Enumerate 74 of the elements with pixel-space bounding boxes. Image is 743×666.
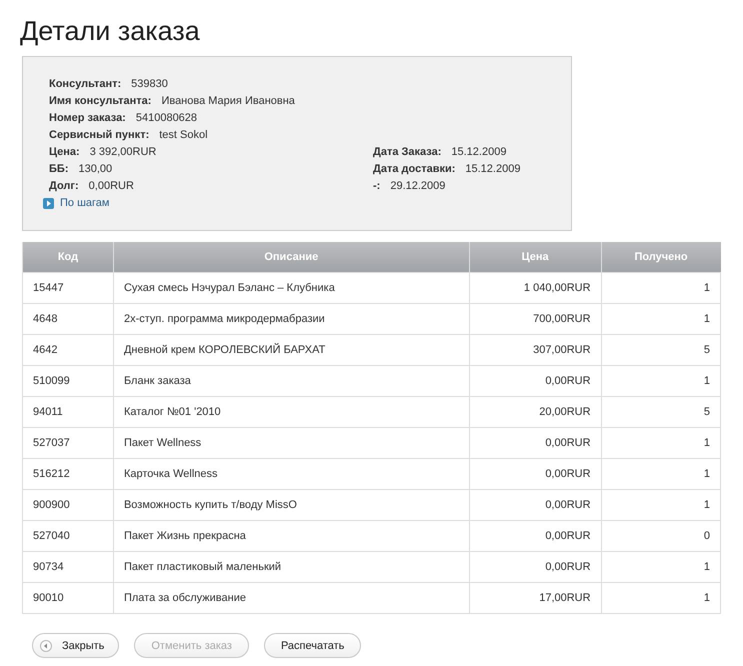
- table-cell: 0: [601, 520, 720, 552]
- table-cell: 0,00RUR: [469, 428, 602, 458]
- table-cell: 5: [601, 334, 720, 366]
- field-label: ББ:: [49, 162, 68, 174]
- column-header: Цена: [469, 242, 602, 272]
- table-cell: Каталог №01 '2010: [113, 396, 470, 428]
- steps-link[interactable]: По шагам: [43, 194, 373, 212]
- table-cell: Плата за обслуживание: [113, 582, 470, 614]
- table-cell: 1: [601, 552, 720, 582]
- table-cell: 1: [601, 490, 720, 520]
- table-cell: 0,00RUR: [469, 490, 602, 520]
- table-cell: 90734: [22, 552, 114, 582]
- field-value: 539830: [131, 78, 168, 90]
- field-value: 0,00RUR: [88, 180, 134, 192]
- back-icon: [40, 640, 52, 652]
- table-cell: Бланк заказа: [113, 366, 470, 396]
- field-label: Консультант:: [49, 78, 122, 90]
- table-cell: 510099: [22, 366, 114, 396]
- table-cell: 700,00RUR: [469, 304, 602, 334]
- field-label: Долг:: [49, 180, 79, 192]
- table-cell: 516212: [22, 458, 114, 490]
- play-icon: [43, 198, 54, 208]
- field-label: Сервисный пункт:: [49, 128, 150, 140]
- table-cell: 1: [601, 582, 720, 614]
- table-cell: 0,00RUR: [469, 552, 602, 582]
- action-button[interactable]: Распечатать: [264, 633, 362, 658]
- table-cell: 90010: [22, 582, 114, 614]
- table-cell: 1: [601, 272, 720, 304]
- field-value: test Sokol: [159, 128, 208, 140]
- table-cell: Пакет Жизнь прекрасна: [113, 520, 470, 552]
- table-cell: 1: [601, 458, 720, 490]
- table-cell: Пакет Wellness: [113, 428, 470, 458]
- table-cell: 1: [601, 304, 720, 334]
- field-label: Имя консультанта:: [49, 94, 152, 106]
- table-cell: Возможность купить т/воду MissO: [113, 490, 470, 520]
- table-cell: 20,00RUR: [469, 396, 602, 428]
- table-cell: 527040: [22, 520, 114, 552]
- table-cell: 307,00RUR: [469, 334, 602, 366]
- field-value: 29.12.2009: [390, 180, 446, 192]
- table-cell: 900900: [22, 490, 114, 520]
- table-cell: 2х-ступ. программа микродермабразии: [113, 304, 470, 334]
- field-label: Номер заказа:: [49, 112, 126, 124]
- table-cell: Пакет пластиковый маленький: [113, 552, 470, 582]
- table-cell: 4648: [22, 304, 114, 334]
- table-cell: Дневной крем КОРОЛЕВСКИЙ БАРХАТ: [113, 334, 470, 366]
- page-title: Детали заказа: [20, 15, 201, 48]
- table-cell: 1: [601, 428, 720, 458]
- table-cell: Карточка Wellness: [113, 458, 470, 490]
- field-label: Дата Заказа:: [373, 146, 442, 158]
- table-cell: 1: [601, 366, 720, 396]
- column-header: Описание: [113, 242, 470, 272]
- table-cell: 15447: [22, 272, 114, 304]
- column-header: Код: [22, 242, 114, 272]
- table-cell: 17,00RUR: [469, 582, 602, 614]
- field-label: -:: [373, 180, 380, 192]
- table-cell: 0,00RUR: [469, 520, 602, 552]
- table-cell: 1 040,00RUR: [469, 272, 602, 304]
- field-value: 15.12.2009: [451, 146, 506, 158]
- table-cell: 0,00RUR: [469, 458, 602, 490]
- table-cell: 527037: [22, 428, 114, 458]
- field-label: Дата доставки:: [373, 162, 456, 174]
- field-value: 130,00: [78, 162, 112, 174]
- field-label: Цена:: [49, 146, 80, 158]
- field-value: 15.12.2009: [465, 162, 520, 174]
- table-cell: Сухая смесь Нэчурал Бэланс – Клубника: [113, 272, 470, 304]
- table-cell: 94011: [22, 396, 114, 428]
- column-header: Получено: [601, 242, 720, 272]
- field-value: 5410080628: [136, 112, 198, 124]
- table-cell: 4642: [22, 334, 114, 366]
- table-cell: 5: [601, 396, 720, 428]
- table-cell: 0,00RUR: [469, 366, 602, 396]
- field-value: Иванова Мария Ивановна: [161, 94, 295, 106]
- action-button[interactable]: Закрыть: [32, 633, 120, 658]
- field-value: 3 392,00RUR: [90, 146, 156, 158]
